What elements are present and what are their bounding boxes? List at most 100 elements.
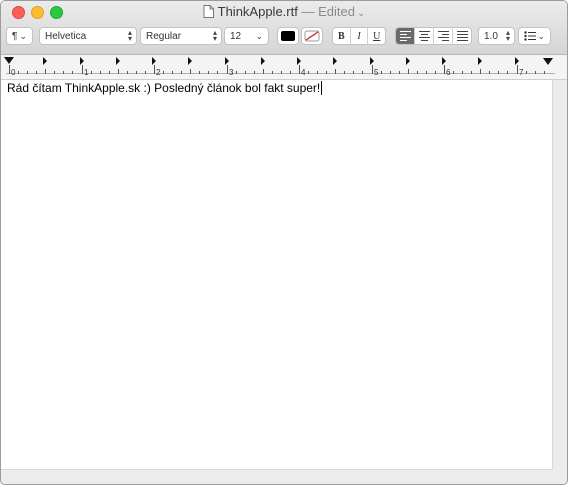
ruler-number: 0 xyxy=(11,68,16,77)
ruler-tick xyxy=(435,71,436,74)
paragraph-styles-popup[interactable]: ¶ ⌄ xyxy=(6,27,33,45)
ruler-number: 5 xyxy=(374,68,379,77)
ruler-tick xyxy=(489,71,490,74)
italic-button[interactable]: I xyxy=(351,28,369,44)
ruler-tick xyxy=(290,71,291,74)
align-center-button[interactable] xyxy=(415,28,434,44)
line-spacing-value: 1.0 xyxy=(484,30,498,42)
ruler-number: 6 xyxy=(446,68,451,77)
document-text-line[interactable]: Rád čítam ThinkApple.sk :) Posledný člán… xyxy=(7,81,323,95)
ruler-tick xyxy=(172,71,173,74)
bold-button[interactable]: B xyxy=(333,28,351,44)
font-family-select[interactable]: Helvetica ▴ ▾ xyxy=(39,27,137,45)
line-spacing-select[interactable]: 1.0 ▴ ▾ xyxy=(478,27,515,45)
ruler-tick xyxy=(535,71,536,74)
updown-arrows-icon: ▴ ▾ xyxy=(127,28,132,43)
ruler-tick xyxy=(308,71,309,74)
tab-stop-marker[interactable] xyxy=(80,57,84,65)
no-color-icon xyxy=(304,30,320,42)
tab-stop-marker[interactable] xyxy=(188,57,192,65)
ruler-tick xyxy=(163,71,164,74)
ruler-tick xyxy=(390,71,391,74)
ruler-number: 4 xyxy=(301,68,306,77)
text-style-buttons: B I U xyxy=(332,27,386,45)
background-color-well[interactable] xyxy=(301,27,323,45)
ruler-number: 7 xyxy=(519,68,524,77)
font-style-select[interactable]: Regular ▴ ▾ xyxy=(140,27,222,45)
ruler-tick xyxy=(127,71,128,74)
ruler-tick xyxy=(181,71,182,74)
alignment-buttons xyxy=(395,27,472,45)
tab-stop-marker[interactable] xyxy=(406,57,410,65)
textedit-window: ThinkApple.rtf — Edited ⌄ ¶ ⌄ Helvetica ▴… xyxy=(0,0,568,485)
ruler[interactable]: 0 1 2 3 4 5 6 7 xyxy=(1,55,567,80)
chevron-down-icon: ⌄ xyxy=(19,31,27,41)
ruler-tick xyxy=(408,69,409,74)
tab-stop-marker[interactable] xyxy=(225,57,229,65)
ruler-tick xyxy=(100,71,101,74)
ruler-tick xyxy=(27,71,28,74)
ruler-tick xyxy=(480,69,481,74)
ruler-tick xyxy=(154,65,155,74)
ruler-tick xyxy=(317,71,318,74)
justify-button[interactable] xyxy=(453,28,471,44)
ruler-tick xyxy=(245,71,246,74)
format-toolbar: ¶ ⌄ Helvetica ▴ ▾ Regular ▴ ▾ 12 ⌄ B I U… xyxy=(1,26,567,48)
window-title[interactable]: ThinkApple.rtf — Edited ⌄ xyxy=(1,4,567,21)
ruler-tick xyxy=(254,71,255,74)
tab-stop-marker[interactable] xyxy=(370,57,374,65)
ruler-tick xyxy=(118,69,119,74)
justify-icon xyxy=(456,29,468,43)
ruler-tick xyxy=(453,71,454,74)
ruler-tick xyxy=(344,71,345,74)
chevron-down-icon: ⌄ xyxy=(255,31,263,41)
font-size-value: 12 xyxy=(230,30,242,42)
font-style-value: Regular xyxy=(146,30,182,42)
tab-stop-marker[interactable] xyxy=(261,57,265,65)
paragraph-style-symbol: ¶ xyxy=(12,30,18,42)
tab-stop-marker[interactable] xyxy=(297,57,301,65)
ruler-tick xyxy=(417,71,418,74)
list-bullets-popup[interactable]: ⌄ xyxy=(518,27,551,45)
ruler-tick xyxy=(82,65,83,74)
tab-stop-marker[interactable] xyxy=(116,57,120,65)
font-size-combo[interactable]: 12 ⌄ xyxy=(224,27,269,45)
underline-button[interactable]: U xyxy=(368,28,385,44)
align-left-button[interactable] xyxy=(396,28,415,44)
ruler-tick xyxy=(63,71,64,74)
chevron-down-icon: ⌄ xyxy=(356,8,366,19)
align-right-icon xyxy=(437,29,449,43)
ruler-tick xyxy=(335,69,336,74)
ruler-tick xyxy=(227,65,228,74)
align-right-button[interactable] xyxy=(434,28,453,44)
align-left-icon xyxy=(399,29,411,43)
italic-label: I xyxy=(357,30,361,42)
ruler-tick xyxy=(426,71,427,74)
underline-label: U xyxy=(373,30,381,42)
ruler-tick xyxy=(399,71,400,74)
tab-stop-marker[interactable] xyxy=(43,57,47,65)
tab-stop-marker[interactable] xyxy=(333,57,337,65)
ruler-tick xyxy=(544,71,545,74)
ruler-tick xyxy=(353,71,354,74)
ruler-tick xyxy=(91,71,92,74)
ruler-tick xyxy=(326,71,327,74)
tab-stop-marker[interactable] xyxy=(442,57,446,65)
ruler-tick xyxy=(199,71,200,74)
ruler-tick xyxy=(372,65,373,74)
chevron-down-icon: ⌄ xyxy=(537,31,545,41)
ruler-tick xyxy=(9,65,10,74)
ruler-tick xyxy=(145,71,146,74)
document-editor[interactable]: Rád čítam ThinkApple.sk :) Posledný člán… xyxy=(1,80,553,470)
ruler-tick xyxy=(236,71,237,74)
ruler-tick xyxy=(444,65,445,74)
tab-stop-marker[interactable] xyxy=(515,57,519,65)
tab-stop-marker[interactable] xyxy=(152,57,156,65)
updown-arrows-icon: ▴ ▾ xyxy=(505,28,510,43)
text-color-well[interactable] xyxy=(277,27,299,45)
first-line-indent-marker[interactable] xyxy=(4,57,14,64)
right-margin-marker[interactable] xyxy=(543,58,553,65)
ruler-tick xyxy=(54,71,55,74)
ruler-tick xyxy=(507,71,508,74)
tab-stop-marker[interactable] xyxy=(478,57,482,65)
